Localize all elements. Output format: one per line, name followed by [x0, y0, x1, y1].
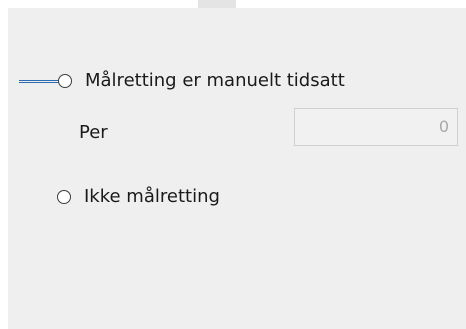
per-input[interactable]: 0 — [294, 108, 458, 146]
radio-no-targeting[interactable]: Ikke målretting — [57, 188, 220, 206]
radio-circle-icon[interactable] — [57, 190, 71, 204]
connector-line — [19, 80, 59, 83]
radio-no-targeting-label: Ikke målretting — [84, 186, 220, 207]
radio-manual-timed-label: Målretting er manuelt tidsatt — [85, 70, 345, 91]
targeting-panel — [8, 8, 466, 329]
radio-circle-icon[interactable] — [58, 74, 72, 88]
dialog-canvas: Målretting er manuelt tidsatt Per 0 Ikke… — [0, 0, 466, 329]
per-label: Per — [79, 122, 108, 143]
radio-manual-timed[interactable]: Målretting er manuelt tidsatt — [58, 72, 345, 90]
top-divider — [198, 0, 236, 8]
